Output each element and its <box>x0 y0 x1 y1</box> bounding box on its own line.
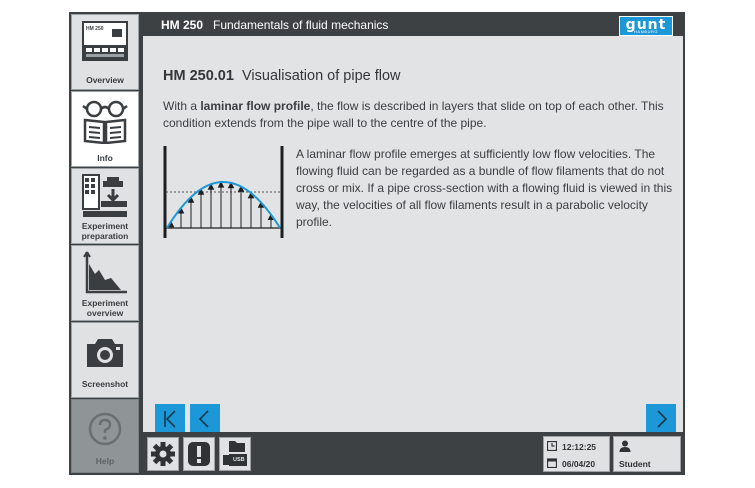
sidebar-item-screenshot[interactable]: Screenshot <box>71 322 139 398</box>
sidebar-item-label: Experiment preparation <box>81 221 129 241</box>
footer-bar: USB 12:12:25 06/04/20 Student <box>143 432 683 475</box>
chart-icon <box>83 251 127 294</box>
page-title: Visualisation of pipe flow <box>242 68 401 84</box>
sidebar-item-label: Help <box>95 456 115 466</box>
first-page-button[interactable] <box>155 404 185 434</box>
sidebar-item-label: Screenshot <box>81 379 129 389</box>
device-code: HM 250 <box>161 18 204 32</box>
sidebar-item-overview[interactable]: HM 250 Overview <box>71 14 139 90</box>
camera-icon <box>87 339 123 367</box>
sidebar-item-experiment-preparation[interactable]: Experiment preparation <box>71 168 139 244</box>
user-display[interactable]: Student <box>613 436 681 472</box>
next-page-icon <box>657 410 668 428</box>
previous-page-button[interactable] <box>190 404 220 434</box>
page-code: HM 250.01 <box>163 68 234 84</box>
glasses-book-icon <box>82 100 128 144</box>
gunt-logo: gunt HAMBURG <box>619 16 673 36</box>
laminar-flow-diagram <box>163 146 284 238</box>
app-title: Fundamentals of fluid mechanics <box>213 18 389 32</box>
question-icon <box>88 412 122 446</box>
sidebar-item-label: Experiment overview <box>81 298 129 318</box>
sidebar-item-info[interactable]: Info <box>71 91 139 167</box>
calendar-icon <box>547 458 557 468</box>
text-run: With a <box>163 99 201 113</box>
datetime-display: 12:12:25 06/04/20 <box>543 436 610 472</box>
setup-icon <box>82 174 127 217</box>
time-value: 12:12:25 <box>562 442 597 452</box>
description-paragraph: A laminar flow profile emerges at suffic… <box>296 147 673 229</box>
user-icon <box>619 440 631 452</box>
bold-term: laminar flow profile <box>200 99 311 113</box>
alarm-button[interactable] <box>183 437 215 471</box>
next-page-button[interactable] <box>646 404 676 434</box>
app-frame: HM 250 Overview Info Experiment preparat… <box>69 12 685 475</box>
usb-button[interactable]: USB <box>219 437 251 471</box>
intro-paragraph: With a laminar flow profile, the flow is… <box>163 98 673 132</box>
settings-button[interactable] <box>147 437 179 471</box>
gear-icon <box>151 442 175 466</box>
previous-page-icon <box>198 410 209 428</box>
sidebar-item-label: Info <box>97 153 113 163</box>
sidebar-item-help[interactable]: Help <box>71 399 139 473</box>
usb-folder-icon <box>223 441 247 466</box>
sidebar: HM 250 Overview Info Experiment preparat… <box>69 12 141 475</box>
device-label: HM 250 <box>86 26 104 32</box>
first-page-icon <box>164 410 176 428</box>
header-bar: HM 250 Fundamentals of fluid mechanics g… <box>143 14 683 36</box>
logo-subtext: HAMBURG <box>634 29 658 34</box>
sidebar-item-experiment-overview[interactable]: Experiment overview <box>71 245 139 321</box>
content-panel: HM 250.01 Visualisation of pipe flow Wit… <box>143 36 683 434</box>
usb-label: USB <box>233 457 245 463</box>
exclamation-icon <box>188 442 210 466</box>
clock-icon <box>547 441 557 451</box>
sidebar-item-label: Overview <box>86 75 124 85</box>
user-name: Student <box>619 459 651 469</box>
date-value: 06/04/20 <box>562 459 596 469</box>
